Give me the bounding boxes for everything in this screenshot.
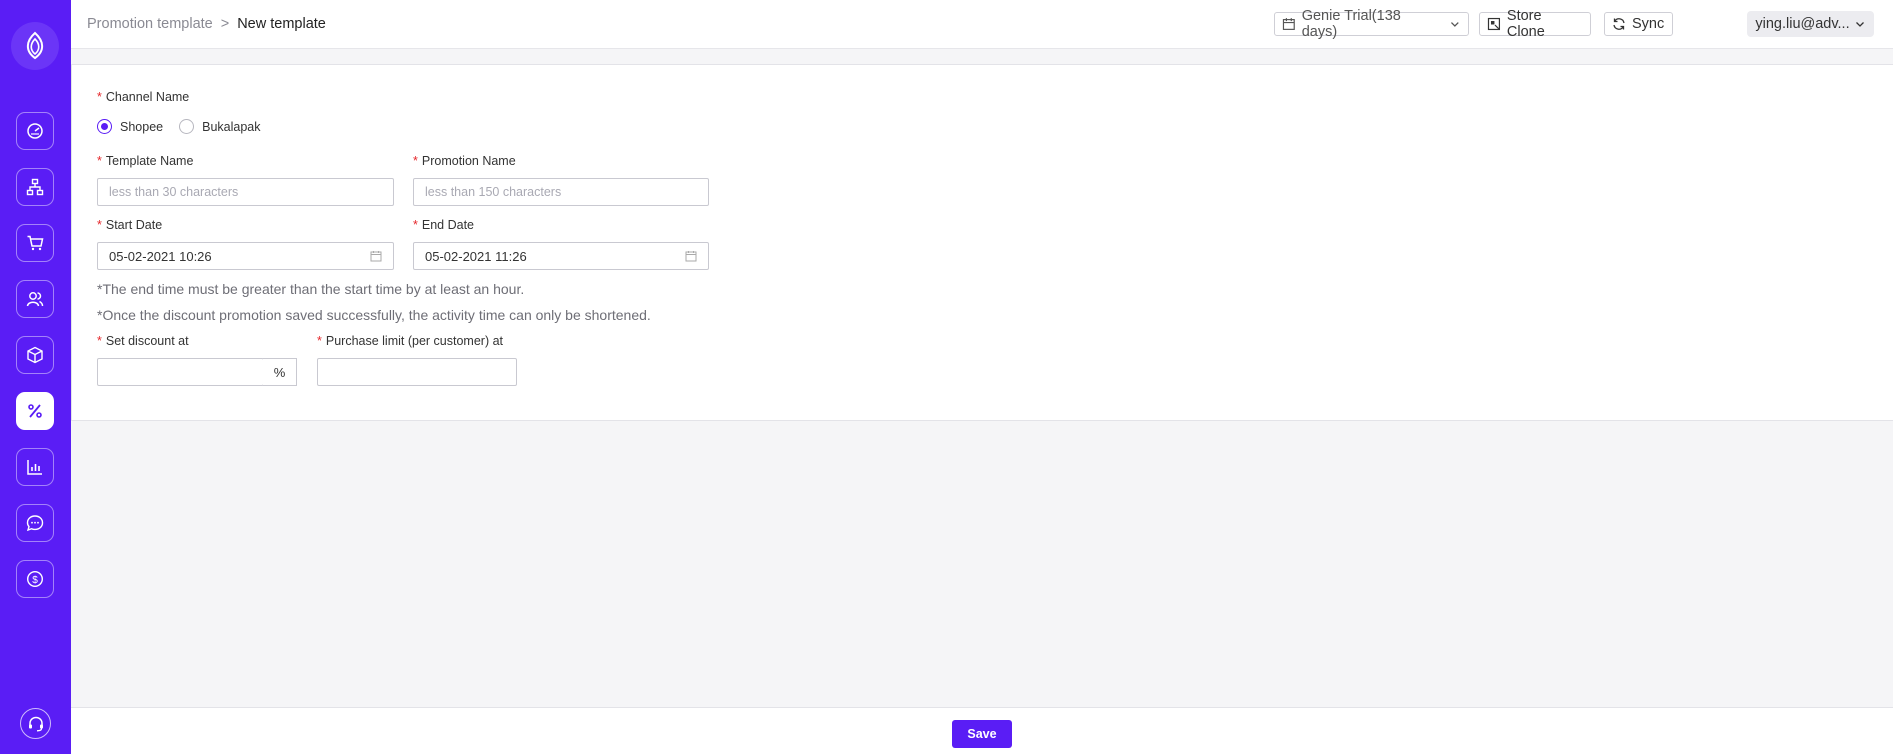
end-date-picker[interactable]: 05-02-2021 11:26 (413, 242, 709, 270)
calendar-icon (685, 251, 697, 262)
channel-radio-group: Shopee Bukalapak (97, 119, 260, 134)
chevron-down-icon (1451, 22, 1460, 27)
store-clone-label: Store Clone (1506, 8, 1545, 40)
hierarchy-icon (26, 178, 44, 196)
dollar-icon: $ (26, 570, 44, 588)
promotion-name-input[interactable] (413, 178, 709, 206)
channel-option-label: Bukalapak (202, 119, 261, 134)
user-label: ying.liu@adv... (1755, 16, 1850, 32)
sidebar-item-products[interactable] (16, 336, 54, 374)
sidebar-item-cart[interactable] (16, 224, 54, 262)
store-clone-icon (1487, 17, 1501, 31)
end-date-label: * End Date (413, 218, 474, 232)
date-note-1: *The end time must be greater than the s… (97, 281, 525, 297)
breadcrumb-separator: > (220, 16, 230, 32)
footer-bar: Save (71, 707, 1893, 754)
sidebar-item-reports[interactable] (16, 448, 54, 486)
template-name-label: * Template Name (97, 154, 194, 168)
logo-icon (26, 31, 44, 60)
sidebar: $ (0, 0, 71, 754)
users-icon (26, 292, 44, 307)
purchase-limit-label: * Purchase limit (per customer) at (317, 334, 504, 348)
start-date-value: 05-02-2021 10:26 (109, 248, 212, 264)
discount-unit: % (263, 358, 297, 386)
dashboard-icon (27, 123, 43, 139)
sync-icon (1613, 18, 1625, 30)
chat-icon (26, 515, 44, 532)
calendar-icon (370, 251, 382, 262)
plan-label: Genie Trial(138 days) (1301, 8, 1401, 40)
top-header: Promotion template > New template Genie … (71, 0, 1893, 49)
sidebar-item-dashboard[interactable] (16, 112, 54, 150)
channel-option-shopee[interactable]: Shopee (97, 119, 163, 134)
start-date-label: * Start Date (97, 218, 163, 232)
store-clone-button[interactable]: Store Clone (1479, 8, 1591, 40)
channel-option-bukalapak[interactable]: Bukalapak (179, 119, 260, 134)
channel-option-label: Shopee (120, 119, 164, 134)
box-icon (27, 346, 43, 364)
percent-icon (28, 404, 42, 418)
cart-icon (27, 235, 44, 251)
save-button[interactable]: Save (952, 720, 1012, 748)
breadcrumb-parent-link[interactable]: Promotion template (87, 16, 213, 32)
user-menu[interactable]: ying.liu@adv... (1747, 11, 1874, 37)
plan-select[interactable]: Genie Trial(138 days) (1274, 8, 1469, 40)
sync-button[interactable]: Sync (1604, 12, 1673, 36)
discount-label: * Set discount at (97, 334, 189, 348)
breadcrumb: Promotion template > New template (87, 16, 326, 32)
sync-label: Sync (1632, 16, 1665, 32)
sidebar-item-hierarchy[interactable] (16, 168, 54, 206)
chart-icon (27, 460, 42, 475)
sidebar-item-promotion[interactable] (16, 392, 54, 430)
end-date-value: 05-02-2021 11:26 (425, 248, 527, 264)
app-logo[interactable] (11, 22, 59, 70)
discount-input[interactable] (97, 358, 264, 386)
sidebar-item-billing[interactable]: $ (16, 560, 54, 598)
radio-button[interactable] (179, 119, 195, 134)
promotion-form-card: * Channel Name Shopee Bukalapak * Template… (71, 64, 1893, 421)
sidebar-item-chat[interactable] (16, 504, 54, 542)
template-name-input[interactable] (97, 178, 394, 206)
promotion-name-label: * Promotion Name (413, 154, 516, 168)
support-button[interactable] (20, 708, 51, 739)
svg-text:$: $ (32, 575, 38, 586)
breadcrumb-current: New template (237, 16, 326, 32)
start-date-picker[interactable]: 05-02-2021 10:26 (97, 242, 394, 270)
channel-name-label: * Channel Name (97, 90, 190, 104)
radio-button-checked[interactable] (97, 119, 112, 134)
headset-icon (28, 716, 43, 731)
chevron-down-icon (1855, 22, 1864, 27)
sidebar-item-users[interactable] (16, 280, 54, 318)
calendar-icon (1282, 18, 1295, 30)
date-note-2: *Once the discount promotion saved succe… (97, 307, 651, 323)
purchase-limit-input[interactable] (317, 358, 517, 386)
